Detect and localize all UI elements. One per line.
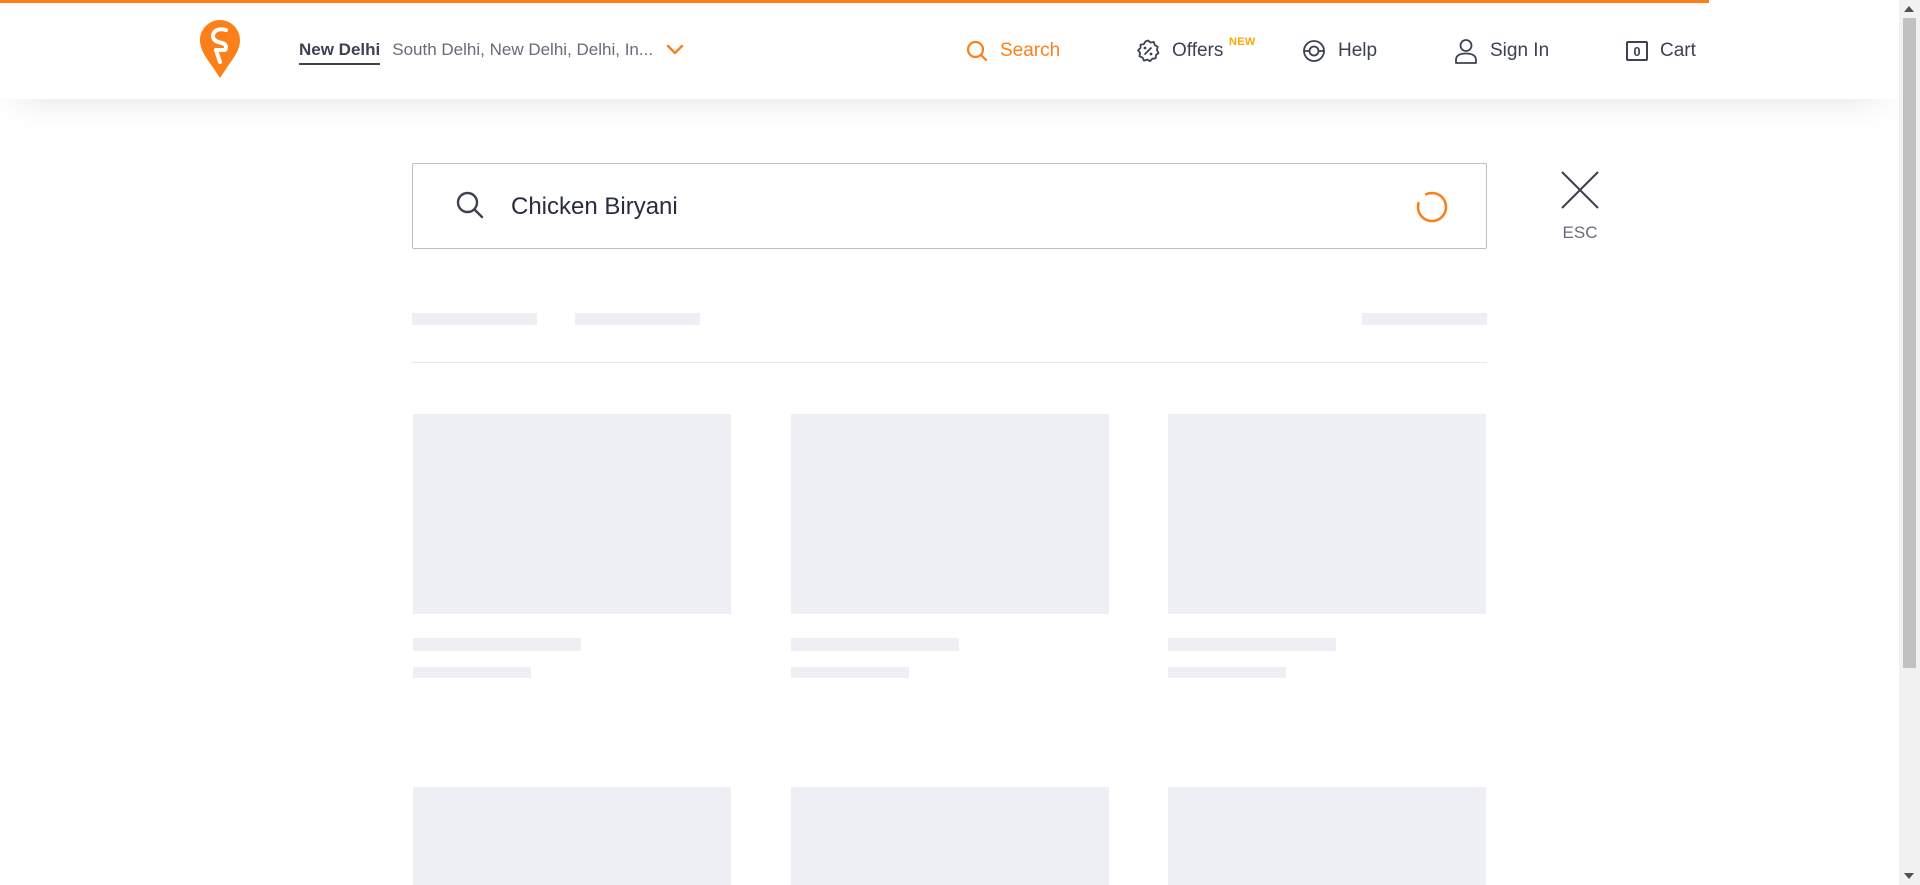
loading-spinner-icon bbox=[1416, 191, 1448, 223]
skeleton-card-subtitle bbox=[413, 667, 531, 678]
scroll-up-arrow-icon[interactable] bbox=[1904, 6, 1914, 12]
nav-cart-label: Cart bbox=[1660, 40, 1696, 61]
search-icon bbox=[966, 40, 988, 62]
swiggy-logo-icon[interactable] bbox=[200, 20, 240, 78]
skeleton-card-title bbox=[413, 638, 581, 651]
skeleton-card-image bbox=[413, 787, 731, 885]
skeleton-sort-placeholder bbox=[1362, 313, 1487, 325]
nav-help-link[interactable]: Help bbox=[1302, 30, 1377, 72]
scrollbar-thumb[interactable] bbox=[1903, 18, 1916, 668]
skeleton-card-image bbox=[413, 414, 731, 614]
location-address: South Delhi, New Delhi, Delhi, In... bbox=[392, 39, 654, 59]
nav-sign-in-label: Sign In bbox=[1490, 40, 1550, 61]
offers-new-badge: NEW bbox=[1229, 36, 1256, 48]
search-icon bbox=[456, 191, 484, 219]
skeleton-card-image bbox=[1168, 414, 1486, 614]
cart-count: 0 bbox=[1633, 43, 1641, 59]
help-icon bbox=[1303, 40, 1325, 62]
skeleton-tab-placeholder bbox=[412, 313, 537, 325]
nav-cart-link[interactable]: 0 Cart bbox=[1626, 30, 1696, 72]
skeleton-card-subtitle bbox=[1168, 667, 1286, 678]
skeleton-card-title bbox=[791, 638, 959, 651]
close-search-button[interactable]: ESC bbox=[1558, 170, 1602, 243]
cart-icon: 0 bbox=[1626, 41, 1648, 61]
skeleton-card-subtitle bbox=[791, 667, 909, 678]
nav-offers-link[interactable]: Offers bbox=[1136, 30, 1223, 72]
search-box bbox=[412, 163, 1487, 249]
skeleton-tab-placeholder bbox=[575, 313, 700, 325]
skeleton-card-image bbox=[791, 787, 1109, 885]
nav-help-label: Help bbox=[1338, 40, 1378, 61]
search-input[interactable] bbox=[509, 184, 1373, 230]
page-scrollbar[interactable] bbox=[1899, 0, 1920, 885]
results-divider bbox=[412, 362, 1487, 363]
nav-search-link[interactable]: Search bbox=[966, 30, 1060, 72]
user-icon bbox=[1455, 39, 1477, 64]
nav-search-label: Search bbox=[1000, 40, 1061, 61]
esc-label: ESC bbox=[1562, 223, 1598, 242]
site-header: New Delhi South Delhi, New Delhi, Delhi,… bbox=[0, 3, 1899, 99]
skeleton-card-image bbox=[1168, 787, 1486, 885]
close-icon bbox=[1561, 171, 1599, 209]
location-city: New Delhi bbox=[299, 40, 381, 65]
nav-sign-in-link[interactable]: Sign In bbox=[1454, 30, 1549, 72]
nav-offers-label: Offers bbox=[1172, 40, 1224, 61]
scroll-down-arrow-icon[interactable] bbox=[1904, 873, 1914, 879]
chevron-down-icon bbox=[667, 44, 684, 54]
offers-icon bbox=[1137, 39, 1160, 63]
location-selector[interactable]: New Delhi South Delhi, New Delhi, Delhi,… bbox=[299, 35, 685, 69]
skeleton-card-title bbox=[1168, 638, 1336, 651]
skeleton-card-image bbox=[791, 414, 1109, 614]
